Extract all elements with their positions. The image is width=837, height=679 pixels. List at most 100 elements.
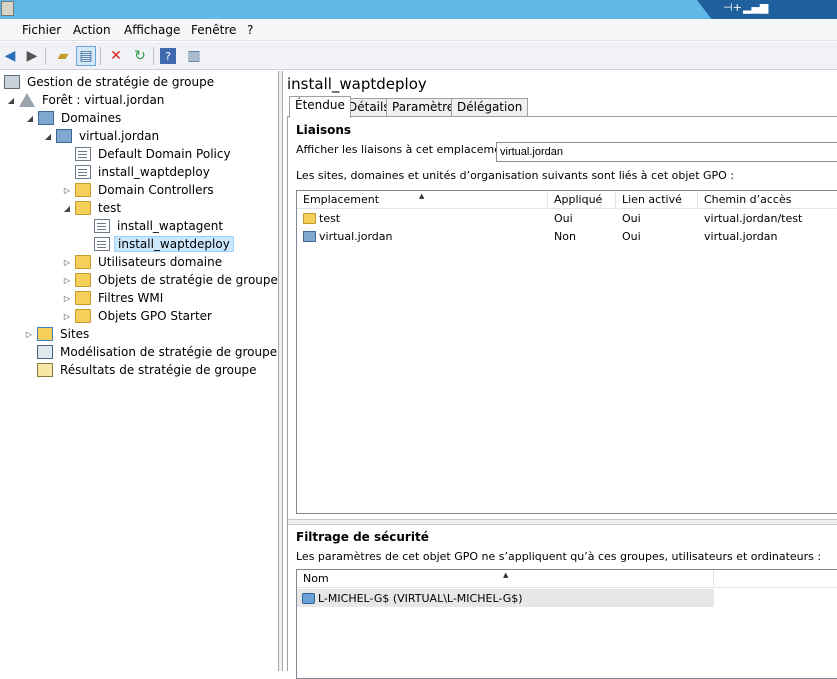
- tree-item-forest[interactable]: ◢ Forêt : virtual.jordan: [6, 91, 167, 109]
- toolbar: ◀ ▶ ▰ ▤ ✕ ↻ ? ▥: [0, 42, 837, 70]
- table-row[interactable]: test Oui Oui virtual.jordan/test: [297, 209, 837, 227]
- collapse-icon[interactable]: ◢: [43, 132, 53, 141]
- col-chemin[interactable]: Chemin d’accès: [698, 191, 837, 209]
- signal-icon[interactable]: ▂▄▆: [743, 1, 768, 14]
- ou-folder-icon: [75, 183, 91, 197]
- starter-gpo-icon: [75, 309, 91, 323]
- liaisons-title: Liaisons: [296, 123, 352, 137]
- forward-icon[interactable]: ▶: [22, 46, 42, 66]
- tree-item-utilisateurs[interactable]: ▷ Utilisateurs domaine: [62, 253, 225, 271]
- refresh-icon[interactable]: ↻: [130, 46, 150, 66]
- delete-icon[interactable]: ✕: [106, 46, 126, 66]
- expand-icon[interactable]: ▷: [62, 258, 72, 267]
- tab-content: Liaisons Afficher les liaisons à cet emp…: [287, 116, 837, 679]
- expand-icon[interactable]: ▷: [62, 186, 72, 195]
- tree-item-domains[interactable]: ◢ Domaines: [25, 109, 124, 127]
- cell-applique: Non: [554, 229, 576, 243]
- tree-item-objets-strategie[interactable]: ▷ Objets de stratégie de groupe: [62, 271, 281, 289]
- cell-emplacement: test: [297, 209, 340, 227]
- gpo-link-icon: [75, 165, 91, 179]
- cell-lien-active: Oui: [622, 229, 641, 243]
- tree-item-domain-controllers[interactable]: ▷ Domain Controllers: [62, 181, 217, 199]
- gpo-link-icon: [94, 237, 110, 251]
- cell-emplacement: virtual.jordan: [297, 227, 392, 245]
- help-icon[interactable]: ?: [160, 48, 176, 64]
- tab-etendue[interactable]: Étendue: [289, 96, 351, 118]
- domain-icon: [56, 129, 72, 143]
- tree-item-install-waptagent[interactable]: install_waptagent: [94, 217, 226, 235]
- ou-folder-icon: [303, 212, 316, 224]
- tree-item-install-waptdeploy[interactable]: install_waptdeploy: [75, 163, 213, 181]
- menu-fichier[interactable]: Fichier: [22, 23, 61, 37]
- expand-icon[interactable]: ▷: [62, 276, 72, 285]
- gpo-link-icon: [75, 147, 91, 161]
- table-row[interactable]: virtual.jordan Non Oui virtual.jordan: [297, 227, 837, 245]
- pane-splitter[interactable]: [279, 71, 283, 671]
- location-label: Afficher les liaisons à cet emplacement …: [296, 143, 520, 156]
- menu-bar: Fichier Action Affichage Fenêtre ?: [0, 19, 837, 41]
- show-hide-tree-icon[interactable]: ▤: [76, 46, 96, 66]
- network-icon[interactable]: ⊣+: [723, 1, 742, 14]
- section-splitter[interactable]: [288, 519, 837, 525]
- expand-icon[interactable]: ▷: [24, 330, 34, 339]
- gpo-title: install_waptdeploy: [287, 75, 427, 93]
- filtrage-description: Les paramètres de cet objet GPO ne s’app…: [296, 550, 822, 563]
- filtrage-title: Filtrage de sécurité: [296, 530, 429, 544]
- cell-nom: L-MICHEL-G$ (VIRTUAL\L-MICHEL-G$): [297, 589, 523, 607]
- domains-icon: [38, 111, 54, 125]
- tab-delegation[interactable]: Délégation: [451, 98, 529, 117]
- tree-item-modelisation[interactable]: Modélisation de stratégie de groupe: [37, 343, 280, 361]
- liaisons-description: Les sites, domaines et unités d’organisa…: [296, 169, 735, 182]
- up-folder-icon[interactable]: ▰: [53, 46, 73, 66]
- filtrage-listview[interactable]: Nom ▲ L-MICHEL-G$ (VIRTUAL\L-MICHEL-G$): [296, 569, 837, 679]
- filtrage-header: Nom ▲: [297, 570, 837, 588]
- tree-item-sites[interactable]: ▷ Sites: [24, 325, 92, 343]
- menu-fenetre[interactable]: Fenêtre: [191, 23, 236, 37]
- sort-asc-icon: ▲: [503, 571, 509, 579]
- wmi-filter-icon: [75, 291, 91, 305]
- collapse-icon[interactable]: ◢: [25, 114, 35, 123]
- menu-help[interactable]: ?: [247, 23, 253, 37]
- tree-item-default-policy[interactable]: Default Domain Policy: [75, 145, 234, 163]
- tree-item-resultats[interactable]: Résultats de stratégie de groupe: [37, 361, 260, 379]
- col-lien-active[interactable]: Lien activé: [616, 191, 698, 209]
- tree-item-root[interactable]: Gestion de stratégie de groupe: [4, 73, 217, 91]
- back-icon[interactable]: ◀: [0, 46, 20, 66]
- gpo-link-icon: [94, 219, 110, 233]
- console-tree: Gestion de stratégie de groupe ◢ Forêt :…: [0, 71, 279, 671]
- menu-action[interactable]: Action: [73, 23, 111, 37]
- sort-asc-icon: ▲: [419, 192, 425, 200]
- tree-item-test[interactable]: ◢ test: [62, 199, 124, 217]
- liaisons-listview[interactable]: Emplacement ▲ Appliqué Lien activé Chemi…: [296, 190, 837, 514]
- results-icon: [37, 363, 53, 377]
- collapse-icon[interactable]: ◢: [62, 204, 72, 213]
- container-icon: [75, 255, 91, 269]
- toolbar-separator: [153, 47, 154, 65]
- computer-icon: [302, 592, 315, 604]
- cell-chemin: virtual.jordan: [704, 229, 778, 243]
- collapse-icon[interactable]: ◢: [6, 96, 16, 105]
- show-action-pane-icon[interactable]: ▥: [184, 46, 204, 66]
- cell-lien-active: Oui: [622, 211, 641, 225]
- modeling-icon: [37, 345, 53, 359]
- expand-icon[interactable]: ▷: [62, 312, 72, 321]
- toolbar-separator: [100, 47, 101, 65]
- col-applique[interactable]: Appliqué: [548, 191, 616, 209]
- expand-icon[interactable]: ▷: [62, 294, 72, 303]
- tree-item-filtres-wmi[interactable]: ▷ Filtres WMI: [62, 289, 166, 307]
- tree-item-objets-starter[interactable]: ▷ Objets GPO Starter: [62, 307, 215, 325]
- domain-icon: [303, 230, 316, 242]
- tree-item-install-waptdeploy-selected[interactable]: install_waptdeploy: [94, 235, 234, 253]
- ou-folder-icon: [75, 201, 91, 215]
- table-row[interactable]: L-MICHEL-G$ (VIRTUAL\L-MICHEL-G$): [297, 589, 714, 607]
- title-bar: ⊣+ ▂▄▆: [0, 0, 837, 22]
- menu-affichage[interactable]: Affichage: [124, 23, 180, 37]
- forest-icon: [19, 93, 35, 107]
- location-combobox[interactable]: [496, 142, 837, 162]
- cell-applique: Oui: [554, 211, 573, 225]
- details-pane: install_waptdeploy Étendue Détails Param…: [284, 71, 837, 679]
- app-icon: [1, 1, 14, 16]
- cell-chemin: virtual.jordan/test: [704, 211, 803, 225]
- tree-item-domain[interactable]: ◢ virtual.jordan: [43, 127, 162, 145]
- gpmc-icon: [4, 75, 20, 89]
